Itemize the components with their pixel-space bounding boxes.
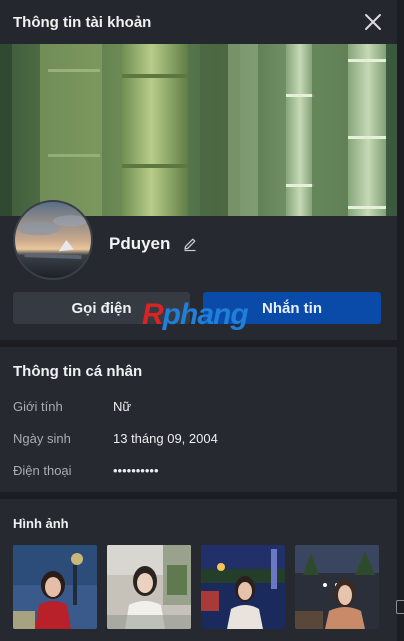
- panel-header: Thông tin tài khoản: [0, 0, 397, 44]
- phone-label: Điện thoại: [13, 463, 72, 478]
- pencil-icon[interactable]: [182, 236, 198, 252]
- section-divider: [0, 340, 397, 347]
- photo-thumbnail[interactable]: [13, 545, 97, 629]
- outer-background: [397, 0, 404, 641]
- personal-info-title: Thông tin cá nhân: [13, 363, 143, 380]
- avatar[interactable]: [13, 200, 93, 280]
- gender-value: Nữ: [113, 399, 132, 414]
- panel-title: Thông tin tài khoản: [13, 13, 152, 31]
- photo-thumbnail[interactable]: [295, 545, 379, 629]
- photos-title: Hình ảnh: [13, 516, 69, 531]
- message-button[interactable]: Nhắn tin: [203, 292, 381, 324]
- call-button[interactable]: Gọi điện: [13, 292, 190, 324]
- photo-thumbnail[interactable]: [201, 545, 285, 629]
- cover-photo[interactable]: [0, 44, 397, 216]
- birthday-label: Ngày sinh: [13, 431, 71, 446]
- account-info-panel: Thông tin tài khoản Pduyen Gọi điện Nhắn…: [0, 0, 397, 641]
- side-handle[interactable]: [396, 600, 404, 614]
- birthday-value: 13 tháng 09, 2004: [113, 431, 218, 446]
- name-row: Pduyen: [109, 234, 198, 254]
- profile-name: Pduyen: [109, 234, 171, 253]
- section-divider: [0, 492, 397, 499]
- phone-value: ••••••••••: [113, 463, 159, 478]
- gender-label: Giới tính: [13, 399, 63, 414]
- close-icon[interactable]: [361, 10, 385, 34]
- photo-thumbnail[interactable]: [107, 545, 191, 629]
